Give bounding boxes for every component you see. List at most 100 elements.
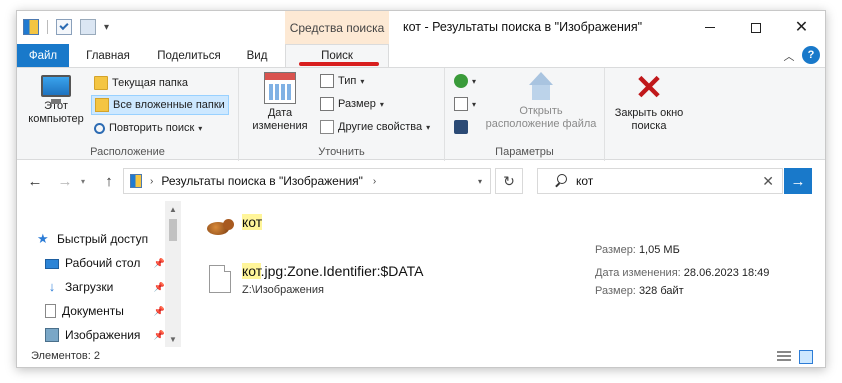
- size-button[interactable]: Размер ▾: [317, 94, 387, 114]
- star-icon: ★: [37, 231, 49, 246]
- ribbon-tabs: Файл Главная Поделиться Вид Поиск ︿ ?: [17, 44, 825, 67]
- chevron-down-icon: ▾: [472, 99, 477, 109]
- maximize-button[interactable]: [733, 11, 778, 44]
- recent-searches-button[interactable]: ▾: [451, 71, 479, 91]
- pin-icon[interactable]: 📌: [154, 306, 165, 317]
- chevron-down-icon: ▾: [360, 76, 365, 86]
- scroll-up-icon[interactable]: ▲: [165, 201, 181, 217]
- tab-home[interactable]: Главная: [69, 44, 147, 67]
- group-options-label: Параметры: [495, 146, 554, 158]
- minimize-icon: [704, 27, 715, 28]
- explorer-app-icon[interactable]: [23, 19, 39, 35]
- details-view-icon[interactable]: [777, 351, 791, 363]
- match-highlight: кот: [242, 214, 263, 230]
- open-location-icon: [526, 72, 556, 102]
- address-dropdown-icon[interactable]: ▾: [478, 177, 482, 186]
- this-pc-button[interactable]: Этот компьютер: [25, 72, 87, 126]
- nav-item-desktop[interactable]: Рабочий стол 📌: [45, 252, 165, 274]
- recent-locations-icon[interactable]: ▾: [77, 171, 89, 191]
- advanced-options-button[interactable]: ▾: [451, 94, 479, 114]
- collapse-ribbon-icon[interactable]: ︿: [779, 46, 799, 66]
- current-folder-button[interactable]: Текущая папка: [91, 73, 191, 93]
- save-search-button[interactable]: [451, 117, 471, 137]
- properties-icon[interactable]: [56, 19, 72, 35]
- customize-qat-icon[interactable]: ▾: [104, 22, 109, 33]
- nav-item-label: Быстрый доступ: [57, 232, 149, 246]
- other-properties-button[interactable]: Другие свойства ▾: [317, 117, 433, 137]
- nav-item-label: Изображения: [65, 328, 141, 342]
- calendar-icon: [264, 72, 296, 104]
- nav-item-documents[interactable]: Документы 📌: [45, 300, 165, 322]
- pin-icon[interactable]: 📌: [154, 330, 165, 341]
- pin-icon[interactable]: 📌: [154, 258, 165, 269]
- close-search-button[interactable]: ✕ Закрыть окно поиска: [607, 69, 691, 133]
- close-button[interactable]: ✕: [779, 11, 824, 44]
- current-folder-label: Текущая папка: [112, 77, 189, 89]
- new-folder-icon[interactable]: [80, 19, 96, 35]
- result-name-rest: .jpg:Zone.Identifier:$DATA: [260, 263, 424, 279]
- tab-view[interactable]: Вид: [231, 44, 283, 67]
- search-input[interactable]: [576, 174, 746, 188]
- result-date: Дата изменения: 28.06.2023 18:49: [595, 267, 769, 279]
- search-again-icon: [94, 122, 105, 134]
- nav-item-pictures[interactable]: Изображения 📌: [45, 324, 165, 346]
- image-thumbnail: [205, 216, 235, 238]
- nav-scrollbar[interactable]: ▲ ▼: [165, 201, 181, 347]
- title-bar: ▾ Средства поиска кот - Результаты поиск…: [17, 11, 825, 44]
- all-subfolders-label: Все вложенные папки: [113, 99, 225, 111]
- date-modified-label: Дата изменения: [252, 107, 308, 132]
- tab-share[interactable]: Поделиться: [147, 44, 231, 67]
- close-search-label: Закрыть окно поиска: [614, 107, 684, 132]
- clear-search-icon[interactable]: ✕: [762, 173, 774, 190]
- quick-access-toolbar: ▾: [23, 19, 109, 35]
- size-caption: Размер:: [595, 285, 636, 297]
- result-name[interactable]: кот: [242, 214, 263, 230]
- open-location-button[interactable]: Открыть расположение файла: [481, 72, 601, 131]
- navigation-pane: ★ Быстрый доступ Рабочий стол 📌 ↓ Загруз…: [17, 201, 183, 347]
- minimize-button[interactable]: [687, 11, 732, 44]
- up-arrow-icon[interactable]: ↑: [99, 171, 119, 191]
- pin-icon[interactable]: 📌: [154, 282, 165, 293]
- help-icon[interactable]: ?: [802, 46, 820, 64]
- nav-item-downloads[interactable]: ↓ Загрузки 📌: [45, 276, 165, 298]
- tab-file[interactable]: Файл: [17, 44, 69, 67]
- search-again-button[interactable]: Повторить поиск ▾: [91, 118, 205, 138]
- search-box[interactable]: ✕: [537, 168, 783, 194]
- file-type-icon: [320, 74, 334, 88]
- file-size-icon: [320, 97, 334, 111]
- chevron-down-icon: ▾: [198, 123, 203, 133]
- search-go-button[interactable]: →: [784, 168, 812, 194]
- all-subfolders-button[interactable]: Все вложенные папки: [91, 95, 229, 115]
- date-modified-button[interactable]: Дата изменения: [243, 72, 317, 133]
- red-x-icon: ✕: [634, 69, 664, 107]
- date-value: 28.06.2023 18:49: [683, 267, 770, 279]
- type-button[interactable]: Тип ▾: [317, 71, 367, 91]
- save-icon: [454, 120, 468, 134]
- status-bar: Элементов: 2: [17, 347, 825, 367]
- search-results: кот Размер: 1,05 МБ кот.jpg:Zone.Identif…: [187, 201, 823, 347]
- scroll-thumb[interactable]: [169, 219, 177, 241]
- breadcrumb-chevron-icon[interactable]: ›: [150, 176, 153, 187]
- breadcrumb-chevron-icon[interactable]: ›: [373, 176, 376, 187]
- size-value: 328 байт: [638, 285, 684, 297]
- chevron-down-icon: ▾: [426, 122, 431, 132]
- advanced-options-icon: [454, 97, 468, 111]
- nav-item-label: Загрузки: [65, 280, 114, 294]
- forward-arrow-icon[interactable]: →: [55, 171, 75, 191]
- back-arrow-icon[interactable]: ←: [25, 171, 45, 191]
- refresh-icon: ↻: [503, 172, 515, 189]
- documents-icon: [45, 304, 56, 318]
- computer-icon: [41, 75, 71, 104]
- navigation-bar: ← → ▾ ↑ › Результаты поиска в "Изображен…: [17, 163, 825, 199]
- content-view-icon[interactable]: [799, 350, 813, 364]
- size-label: Размер: [338, 98, 376, 110]
- group-location-label: Расположение: [90, 146, 165, 158]
- nav-item-quick-access[interactable]: ★ Быстрый доступ: [37, 228, 177, 250]
- scroll-down-icon[interactable]: ▼: [165, 331, 181, 347]
- properties-icon: [320, 120, 334, 134]
- address-bar[interactable]: › Результаты поиска в "Изображения" › ▾: [123, 168, 491, 194]
- result-name[interactable]: кот.jpg:Zone.Identifier:$DATA: [242, 263, 424, 279]
- group-location: Этот компьютер Текущая папка Все вложенн…: [17, 68, 239, 161]
- refresh-button[interactable]: ↻: [495, 168, 523, 194]
- address-path[interactable]: Результаты поиска в "Изображения": [161, 174, 363, 188]
